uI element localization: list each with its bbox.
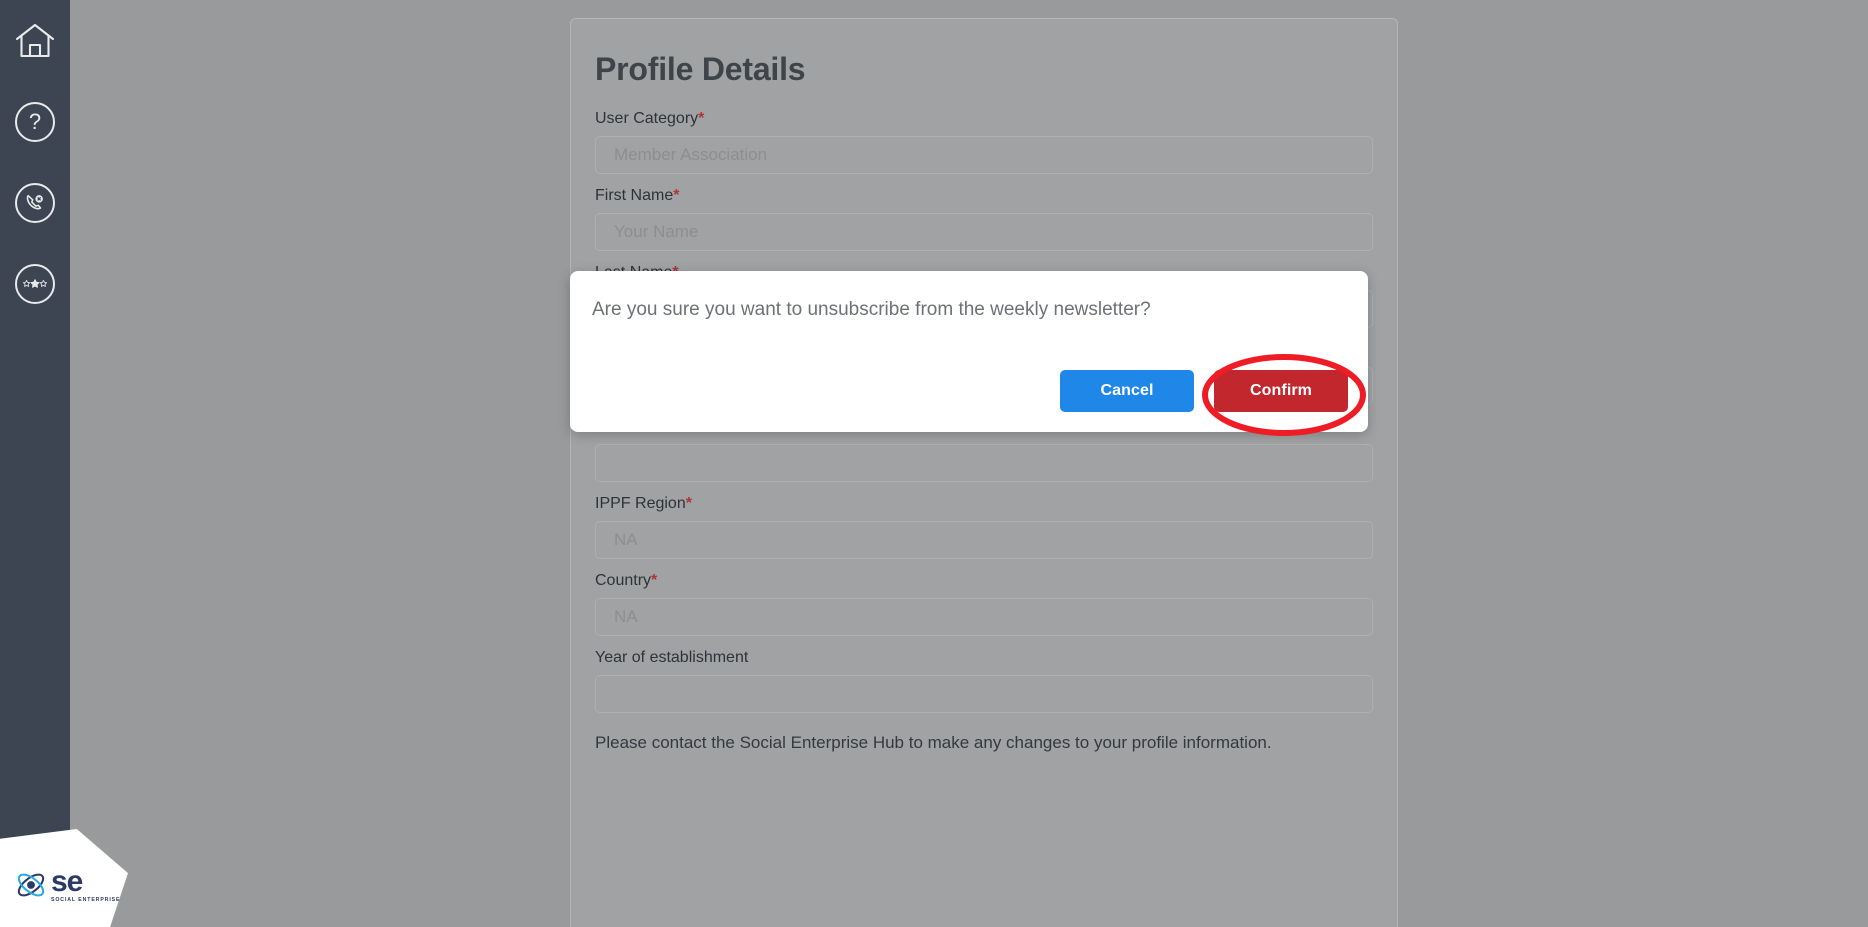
sidebar-item-rating[interactable] [0, 243, 70, 324]
home-icon [15, 22, 55, 60]
dialog-actions: Cancel Confirm [1060, 370, 1348, 412]
sidebar-item-help[interactable]: ? [0, 81, 70, 162]
form-field-first-name: First Name* [595, 187, 1373, 251]
stars-icon [15, 263, 55, 304]
field-label: IPPF Region* [595, 495, 692, 512]
logo: se SOCIAL ENTERPRISE [14, 864, 121, 903]
page-title: Profile Details [595, 51, 806, 87]
cancel-button[interactable]: Cancel [1060, 370, 1194, 412]
form-field-year-of-establishment: Year of establishment [595, 649, 1373, 713]
confirm-button[interactable]: Confirm [1214, 370, 1348, 412]
country-input[interactable] [595, 598, 1373, 636]
required-marker: * [698, 110, 705, 127]
sidebar-item-home[interactable] [0, 0, 70, 81]
user-category-input[interactable] [595, 136, 1373, 174]
brand-logo-tab[interactable]: se SOCIAL ENTERPRISE [0, 829, 128, 927]
field-label: Country* [595, 572, 658, 589]
first-name-input[interactable] [595, 213, 1373, 251]
sidebar-item-contact[interactable] [0, 162, 70, 243]
social-enterprise-swirl-icon [17, 873, 45, 897]
unsubscribe-confirm-dialog: Are you sure you want to unsubscribe fro… [570, 271, 1368, 432]
logo-text-block: se SOCIAL ENTERPRISE [51, 864, 121, 903]
form-field-user-category: User Category* [595, 110, 1373, 174]
year-of-establishment-input[interactable] [595, 675, 1373, 713]
required-marker: * [685, 495, 692, 512]
form-field-country: Country* [595, 572, 1373, 636]
left-sidebar: ? [0, 0, 70, 927]
profile-details-card: Profile Details User Category* First Nam… [570, 18, 1398, 927]
ippf-region-input[interactable] [595, 521, 1373, 559]
profile-contact-note: Please contact the Social Enterprise Hub… [595, 733, 1272, 752]
logo-tagline: SOCIAL ENTERPRISE [51, 896, 121, 903]
field-label: First Name* [595, 187, 680, 204]
form-field-ippf-region: IPPF Region* [595, 495, 1373, 559]
field-label: User Category* [595, 110, 705, 127]
contact-phone-icon [15, 182, 55, 223]
question-mark-icon: ? [15, 101, 55, 142]
official-email-input[interactable] [595, 444, 1373, 482]
dialog-message: Are you sure you want to unsubscribe fro… [592, 299, 1151, 320]
required-marker: * [651, 572, 658, 589]
required-marker: * [673, 187, 680, 204]
app-root: ? Profile Details User Category* Member … [0, 0, 1868, 927]
logo-wordmark: se [51, 864, 83, 898]
field-label: Year of establishment [595, 649, 749, 666]
